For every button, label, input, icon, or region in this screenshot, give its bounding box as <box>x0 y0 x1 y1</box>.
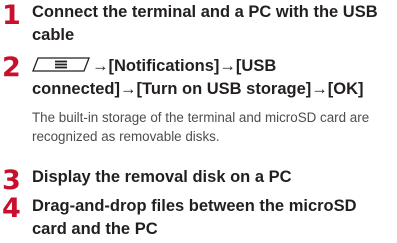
step-title: Connect the terminal and a PC with the U… <box>32 3 378 44</box>
step-number: 3 <box>2 165 21 196</box>
step-description: The built-in storage of the terminal and… <box>32 110 370 144</box>
step-number: 1 <box>2 0 21 31</box>
step-title: Drag-and-drop files between the microSD … <box>32 197 357 238</box>
menu-key-icon <box>32 57 90 72</box>
step-title: →[Notifications]→[USB connected]→[Turn o… <box>32 55 393 101</box>
step-title: Display the removal disk on a PC <box>32 168 292 186</box>
step-number: 4 <box>2 193 21 224</box>
step-number: 2 <box>2 52 21 83</box>
